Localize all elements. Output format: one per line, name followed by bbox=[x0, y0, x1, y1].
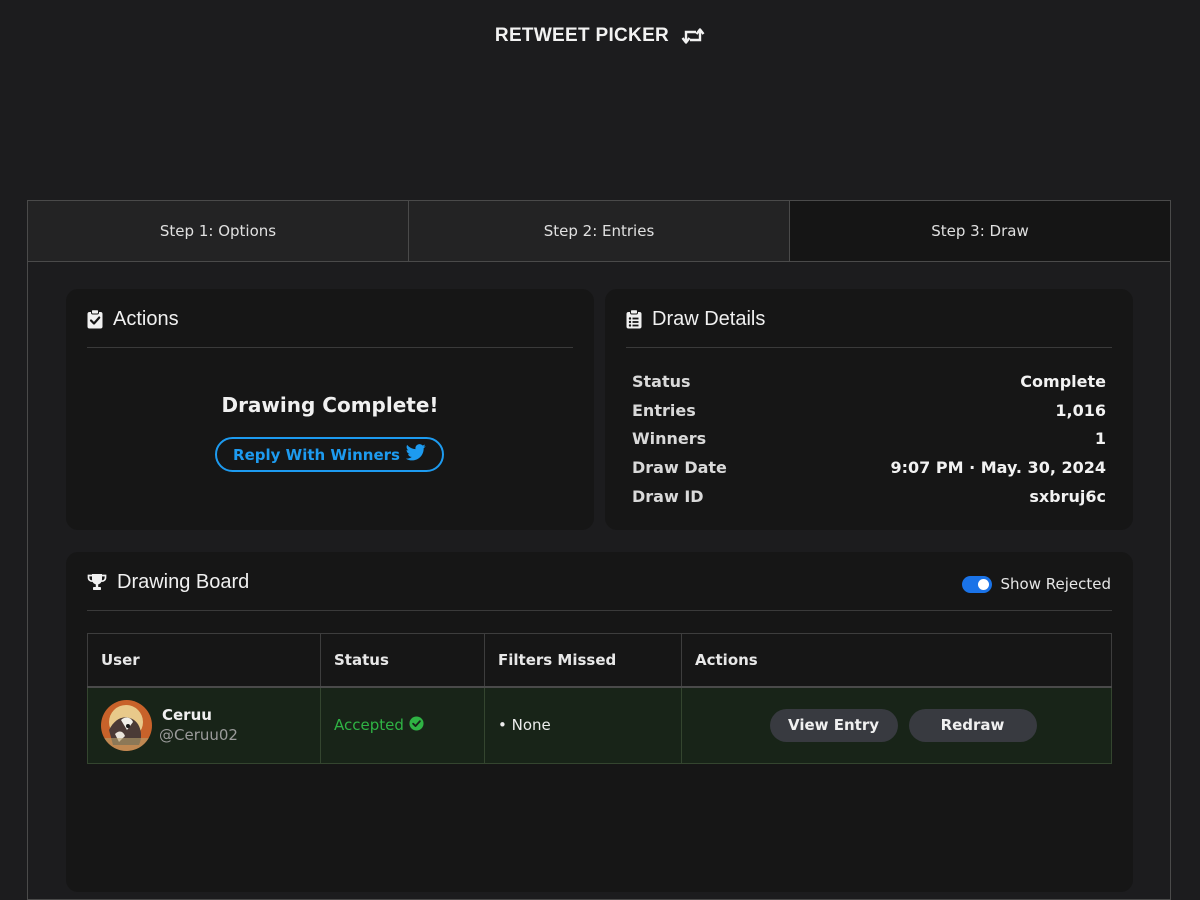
detail-value: 1,016 bbox=[1055, 400, 1106, 420]
column-header-user: User bbox=[87, 633, 321, 688]
status-text: Accepted bbox=[334, 716, 404, 735]
view-entry-button[interactable]: View Entry bbox=[769, 708, 898, 742]
avatar[interactable] bbox=[101, 699, 152, 751]
detail-row-draw-date: Draw Date 9:07 PM · May. 30, 2024 bbox=[632, 453, 1106, 482]
status-badge: Accepted bbox=[334, 716, 484, 735]
drawing-complete-message: Drawing Complete! bbox=[221, 393, 439, 417]
check-circle-icon bbox=[409, 716, 424, 735]
show-rejected-toggle[interactable] bbox=[961, 575, 992, 593]
drawing-board-header: Drawing Board bbox=[87, 568, 1112, 611]
user-handle: @Ceruu02 bbox=[159, 726, 238, 745]
draw-details-list: Status Complete Entries 1,016 Winners 1 … bbox=[632, 367, 1106, 510]
drawing-board-card: Drawing Board Show Rejected User Status … bbox=[66, 552, 1133, 892]
clipboard-list-icon bbox=[626, 305, 642, 333]
actions-card: Actions Drawing Complete! Reply With Win… bbox=[66, 289, 594, 530]
table-header-row: User Status Filters Missed Actions bbox=[87, 633, 1112, 688]
trophy-icon bbox=[87, 568, 107, 596]
detail-value: 1 bbox=[1094, 429, 1106, 449]
column-header-status: Status bbox=[320, 633, 485, 688]
filters-missed-cell: • None bbox=[484, 686, 682, 764]
detail-label: Status bbox=[632, 371, 691, 391]
column-header-filters-missed: Filters Missed bbox=[484, 633, 682, 688]
actions-card-title: Actions bbox=[113, 308, 179, 330]
detail-label: Entries bbox=[632, 400, 696, 420]
table-row: Ceruu @Ceruu02 Accepted • None View Entr… bbox=[87, 686, 1112, 764]
clipboard-check-icon bbox=[87, 305, 103, 333]
detail-row-draw-id: Draw ID sxbruj6c bbox=[632, 482, 1106, 511]
tab-step-2-entries[interactable]: Step 2: Entries bbox=[409, 201, 790, 261]
redraw-button[interactable]: Redraw bbox=[908, 708, 1037, 742]
detail-label: Winners bbox=[632, 429, 707, 449]
show-rejected-label: Show Rejected bbox=[1000, 575, 1112, 593]
toggle-knob bbox=[977, 578, 989, 590]
draw-details-title: Draw Details bbox=[652, 308, 766, 330]
user-cell: Ceruu @Ceruu02 bbox=[87, 686, 321, 764]
detail-row-winners: Winners 1 bbox=[632, 424, 1106, 453]
tab-step-1-options[interactable]: Step 1: Options bbox=[28, 201, 409, 261]
step-tabs: Step 1: Options Step 2: Entries Step 3: … bbox=[28, 201, 1170, 262]
show-rejected-control: Show Rejected bbox=[961, 575, 1112, 593]
draw-details-header: Draw Details bbox=[626, 305, 1112, 348]
detail-label: Draw Date bbox=[632, 457, 727, 477]
detail-value: 9:07 PM · May. 30, 2024 bbox=[890, 457, 1106, 477]
column-header-actions: Actions bbox=[681, 633, 1112, 688]
tab-step-3-draw[interactable]: Step 3: Draw bbox=[790, 201, 1170, 261]
twitter-bird-icon bbox=[405, 444, 426, 465]
detail-label: Draw ID bbox=[632, 486, 704, 506]
draw-details-card: Draw Details Status Complete Entries 1,0… bbox=[605, 289, 1133, 530]
detail-value: Complete bbox=[1020, 371, 1106, 391]
actions-cell: View Entry Redraw bbox=[681, 686, 1112, 764]
retweet-icon bbox=[681, 27, 705, 45]
detail-row-status: Status Complete bbox=[632, 367, 1106, 396]
detail-value: sxbruj6c bbox=[1029, 486, 1106, 506]
user-display-name: Ceruu bbox=[162, 706, 212, 725]
drawing-board-title: Drawing Board bbox=[117, 571, 250, 593]
reply-button-label: Reply With Winners bbox=[233, 445, 400, 464]
detail-row-entries: Entries 1,016 bbox=[632, 396, 1106, 425]
status-cell: Accepted bbox=[320, 686, 485, 764]
app-title: RETWEET PICKER bbox=[494, 25, 670, 46]
top-bar: RETWEET PICKER bbox=[0, 0, 1200, 72]
actions-card-header: Actions bbox=[87, 305, 573, 348]
drawing-board-table: User Status Filters Missed Actions Ceruu… bbox=[87, 633, 1112, 764]
reply-with-winners-button[interactable]: Reply With Winners bbox=[215, 437, 444, 472]
